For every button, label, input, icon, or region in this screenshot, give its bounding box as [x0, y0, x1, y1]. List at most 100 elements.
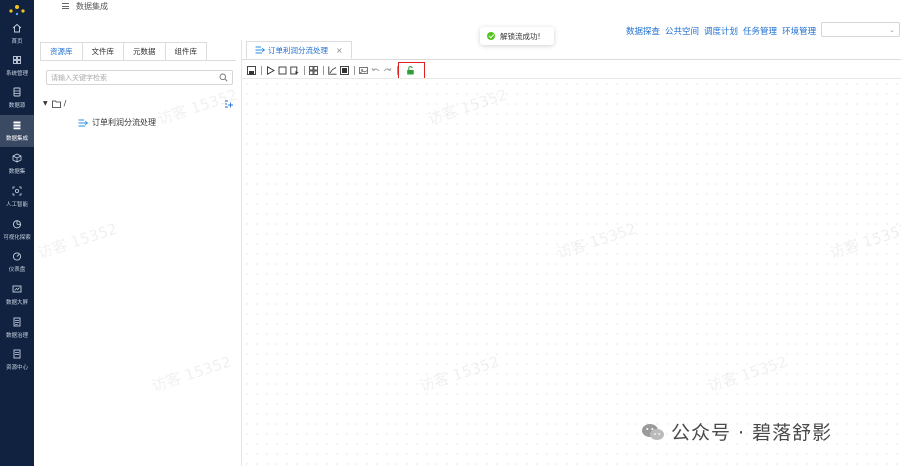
add-flow-icon[interactable]: [223, 99, 233, 109]
image-button[interactable]: [339, 65, 349, 75]
folder-open-icon: [51, 100, 61, 108]
nav-item-dashboard[interactable]: 仪表盘: [0, 246, 34, 278]
undo-button[interactable]: [370, 65, 380, 75]
toolbar-separator: [354, 65, 355, 75]
editor-toolbar: [246, 64, 417, 76]
save-button[interactable]: [246, 65, 256, 75]
nav-item-governance[interactable]: 数据治理: [0, 312, 34, 344]
tree-item-label: 订单利润分流处理: [92, 118, 156, 127]
editor-tab[interactable]: 订单利润分流处理 ×: [246, 41, 352, 59]
top-menu-explore[interactable]: 数据探查: [626, 25, 660, 37]
nav-item-visual[interactable]: 可视化探索: [0, 214, 34, 246]
nav-item-resource[interactable]: 资源中心: [0, 344, 34, 376]
flow-canvas[interactable]: [242, 79, 901, 466]
nav-item-label: 可视化探索: [3, 234, 31, 241]
nav-item-datasource[interactable]: 数据源: [0, 82, 34, 114]
nav-item-label: 数据治理: [5, 332, 29, 339]
search-icon[interactable]: [219, 73, 228, 82]
folder-icon: [13, 349, 21, 359]
toolbar-separator: [304, 65, 305, 75]
flow-icon: [78, 119, 88, 126]
menu-toggle-icon[interactable]: [62, 3, 69, 9]
nav-item-label: 数据集成: [5, 135, 29, 142]
nav-item-integration[interactable]: 数据集成: [0, 115, 34, 147]
unlock-highlight-box: [398, 62, 425, 79]
document-icon: [13, 317, 21, 327]
wechat-icon: [642, 423, 664, 440]
redo-icon: [383, 67, 391, 71]
top-menu: 数据探查 公共空间 调度计划 任务管理 环境管理: [626, 25, 816, 37]
tree-root[interactable]: ▼ /: [43, 99, 66, 108]
run-button[interactable]: [265, 65, 275, 75]
tab-divider: [40, 60, 236, 61]
debug-icon: [289, 66, 298, 74]
cube-icon: [12, 153, 22, 163]
app-window: 首页 系统管理 数据源 数据集成 数据集 人工智能 可视化探索 仪表盘 数据大屏…: [0, 0, 901, 466]
top-menu-schedule[interactable]: 调度计划: [704, 25, 738, 37]
home-icon: [12, 23, 22, 33]
chevron-down-icon: ⌄: [889, 26, 895, 34]
chart-button[interactable]: [327, 65, 337, 75]
tab-metadata[interactable]: 元数据: [123, 42, 166, 60]
brand-text: 公众号 · 碧落舒影: [671, 422, 833, 444]
tab-component-library[interactable]: 组件库: [164, 42, 207, 60]
screen-icon: [12, 285, 22, 293]
gauge-icon: [12, 252, 22, 261]
nav-item-bigscreen[interactable]: 数据大屏: [0, 279, 34, 311]
breadcrumb: 数据集成: [62, 0, 108, 12]
grid-icon: [13, 56, 21, 64]
resource-panel: 资源库 文件库 元数据 组件库 ▼ / 订单利润分流处理: [34, 40, 242, 466]
breadcrumb-current: 数据集成: [76, 1, 108, 11]
toolbar-separator: [261, 65, 262, 75]
flow-icon: [255, 46, 265, 54]
ai-icon: [12, 186, 22, 196]
success-check-icon: [487, 32, 495, 40]
brand-overlay: 公众号 · 碧落舒影: [641, 418, 832, 445]
panel-tabs: 资源库 文件库 元数据 组件库: [40, 42, 207, 60]
editor-tab-label: 订单利润分流处理: [268, 45, 328, 55]
nav-item-label: 数据大屏: [5, 299, 29, 306]
toolbar-separator: [323, 65, 324, 75]
undo-icon: [371, 67, 379, 71]
close-icon[interactable]: ×: [336, 46, 343, 55]
layout-icon: [308, 65, 318, 75]
run-icon: [266, 65, 275, 75]
top-menu-tasks[interactable]: 任务管理: [743, 25, 777, 37]
layout-button[interactable]: [308, 65, 318, 75]
image-icon: [339, 65, 349, 75]
logo-icon: [9, 5, 25, 16]
nav-item-label: 资源中心: [5, 364, 29, 371]
tab-file-library[interactable]: 文件库: [81, 42, 124, 60]
top-menu-environment[interactable]: 环境管理: [782, 25, 816, 37]
nav-item-label: 首页: [11, 38, 23, 45]
nav-item-system[interactable]: 系统管理: [0, 50, 34, 82]
side-nav: 首页 系统管理 数据源 数据集成 数据集 人工智能 可视化探索 仪表盘 数据大屏…: [0, 0, 34, 466]
nav-item-home[interactable]: 首页: [0, 18, 34, 50]
picture-icon: [358, 66, 368, 74]
stack-icon: [13, 121, 21, 130]
editor-tab-divider: [242, 59, 901, 60]
nav-item-dataset[interactable]: 数据集: [0, 148, 34, 180]
stop-button[interactable]: [277, 65, 287, 75]
tree-root-label: /: [63, 99, 67, 108]
top-menu-public-space[interactable]: 公共空间: [665, 25, 699, 37]
stop-icon: [278, 66, 286, 74]
save-icon: [246, 65, 256, 75]
search-box: [46, 70, 233, 85]
picture-button[interactable]: [358, 65, 368, 75]
search-input[interactable]: [47, 71, 212, 84]
tab-resource-library[interactable]: 资源库: [40, 42, 83, 60]
environment-select[interactable]: ⌄: [821, 22, 900, 37]
debug-button[interactable]: [289, 65, 299, 75]
nav-item-ai[interactable]: 人工智能: [0, 181, 34, 213]
nav-item-label: 人工智能: [5, 201, 29, 208]
nav-item-label: 系统管理: [5, 70, 29, 77]
tree-item-flow[interactable]: 订单利润分流处理: [78, 117, 156, 128]
nav-item-label: 仪表盘: [8, 266, 26, 273]
redo-button[interactable]: [382, 65, 392, 75]
nav-item-label: 数据源: [8, 102, 26, 109]
pie-icon: [12, 220, 22, 229]
chart-icon: [327, 66, 336, 75]
database-icon: [13, 87, 21, 97]
caret-down-icon[interactable]: ▼: [43, 100, 48, 107]
